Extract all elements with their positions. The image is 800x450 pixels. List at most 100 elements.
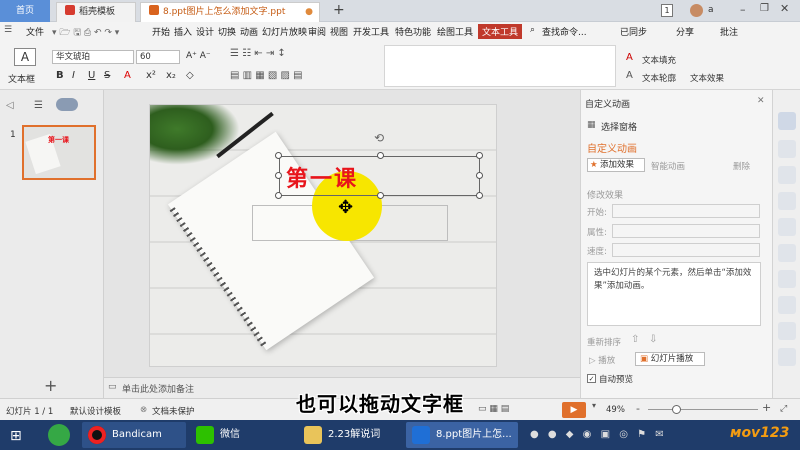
text-effect-label[interactable]: 文本效果 [690,72,724,84]
play-dropdown-icon[interactable]: ▾ [592,401,596,410]
taskbar-bandicam[interactable]: Bandicam [82,422,186,448]
textbox-label[interactable]: 文本框 [8,72,35,85]
zoom-level[interactable]: 49% [606,405,625,415]
sync-status[interactable]: 已同步 [620,25,647,38]
menu-animation[interactable]: 动画 [240,25,258,38]
taskbar-wechat[interactable]: 微信 [190,422,294,448]
minimize-icon[interactable]: – [740,3,746,16]
menu-transition[interactable]: 切换 [218,25,236,38]
speed-select[interactable] [612,243,760,257]
text-fill-label[interactable]: 文本填充 [642,54,676,66]
autopreview-checkbox[interactable]: ✓ [587,374,596,383]
move-up-icon[interactable]: ⇧ [631,334,639,345]
slides-view-icon[interactable] [56,98,78,111]
resize-handle[interactable] [476,192,483,199]
menu-slideshow[interactable]: 幻灯片放映 [262,25,307,38]
resize-handle[interactable] [377,192,384,199]
star-tool-icon[interactable] [778,166,796,184]
tab-document[interactable]: 8.ppt图片上怎么添加文字.ppt ● [140,2,320,22]
taskbar-folder[interactable]: 2.23解说词 [298,422,402,448]
page-tool-icon[interactable] [778,322,796,340]
panel-header[interactable]: 自定义动画 [585,97,630,110]
text-outline-icon[interactable]: A [626,70,633,81]
menu-devtools[interactable]: 开发工具 [353,25,389,38]
underline-icon[interactable]: U [88,70,95,81]
tab-template[interactable]: 稻壳模板 [56,2,136,22]
font-grow-shrink-icon[interactable]: A⁺ A⁻ [186,51,211,61]
animation-tool-icon[interactable] [778,112,796,130]
property-select[interactable] [612,224,760,238]
menu-text-tools[interactable]: 文本工具 [478,24,523,39]
text-outline-label[interactable]: 文本轮廓 [642,72,676,84]
resize-handle[interactable] [275,192,282,199]
selection-pane-link[interactable]: 选择窗格 [601,120,637,133]
panel-close-icon[interactable]: ✕ [757,96,765,106]
clear-format-icon[interactable]: ◇ [186,70,194,81]
menu-insert[interactable]: 插入 [174,25,192,38]
zoom-slider-handle[interactable] [672,405,681,414]
frame-tool-icon[interactable] [778,244,796,262]
text-fill-icon[interactable]: A [626,52,633,63]
resize-handle[interactable] [377,152,384,159]
notes-placeholder[interactable]: 单击此处添加备注 [122,382,194,395]
tab-home[interactable]: 首页 [0,0,50,22]
selected-title-frame[interactable]: 第一课 [279,156,480,196]
play-button[interactable]: ▷ 播放 [589,354,615,366]
menu-view[interactable]: 视图 [330,25,348,38]
taskbar-wps[interactable]: 8.ppt图片上怎... [406,422,518,448]
add-slide-button[interactable]: + [44,376,57,395]
align-icons[interactable]: ▤ ▥ ▦ ▧ ▨ ▤ [230,70,303,81]
menu-design[interactable]: 设计 [196,25,214,38]
zoom-in-button[interactable]: + [762,401,771,414]
menu-start[interactable]: 开始 [152,25,170,38]
play-slideshow-button[interactable]: ▶ [562,402,586,418]
font-size-select[interactable]: 60 [136,50,180,64]
italic-icon[interactable]: I [72,70,75,81]
zoom-out-button[interactable]: - [636,402,640,415]
strikethrough-icon[interactable]: S [104,70,110,81]
subscript-icon[interactable]: x₂ [166,70,176,81]
avatar[interactable] [690,4,703,17]
slide-title[interactable]: 第一课 [286,161,358,193]
bold-icon[interactable]: B [56,70,64,81]
rotate-handle-icon[interactable]: ⟲ [374,131,384,145]
move-down-icon[interactable]: ⇩ [649,334,657,345]
collapse-icon[interactable]: ◁ [6,100,14,111]
fill-tool-icon[interactable] [778,270,796,288]
browser-icon[interactable] [48,424,70,446]
search-command[interactable]: 查找命令... [542,25,587,38]
resize-handle[interactable] [275,172,282,179]
menu-icon[interactable]: ☰ [4,25,12,35]
slide[interactable]: 第一课 ⟲ ✥ [149,104,497,367]
delete-button[interactable]: 删除 [733,160,750,172]
font-color-icon[interactable]: A [124,70,131,81]
menu-file[interactable]: 文件 [26,25,44,38]
help-tool-icon[interactable] [778,348,796,366]
protect-status[interactable]: 文档未保护 [152,405,195,417]
effect-tool-icon[interactable] [778,296,796,314]
menu-features[interactable]: 特色功能 [395,25,431,38]
comment-button[interactable]: 批注 [720,25,738,38]
add-effect-button[interactable]: ★ 添加效果 [587,158,645,172]
slide-thumbnail[interactable]: 第一课 [22,125,96,180]
slideshow-button[interactable]: ▣ 幻灯片播放 [635,352,705,366]
font-family-select[interactable]: 华文琥珀 [52,50,134,64]
smart-animation-button[interactable]: 智能动画 [651,160,685,172]
quick-access-icons[interactable]: ▾ 🗁 🖫 ⎙ ↶ ↷ ▾ [52,25,119,41]
paragraph-icons[interactable]: ☰ ☷ ⇤ ⇥ ↕ [230,48,286,59]
settings-tool-icon[interactable] [778,192,796,210]
outline-view-icon[interactable]: ☰ [34,100,43,111]
system-tray-icons[interactable]: ● ● ◆ ◉ ▣ ◎ ⚑ ✉ [530,429,667,440]
zoom-slider-track[interactable] [648,409,758,410]
menu-drawing-tools[interactable]: 绘图工具 [437,25,473,38]
textbox-icon[interactable]: A [14,48,36,66]
resize-handle[interactable] [476,152,483,159]
share-button[interactable]: 分享 [676,25,694,38]
view-mode-icons[interactable]: ▭ ▦ ▤ [478,404,509,414]
close-icon[interactable]: ✕ [780,2,789,15]
design-template[interactable]: 默认设计模板 [70,405,121,417]
resize-handle[interactable] [275,152,282,159]
menu-review[interactable]: 审阅 [308,25,326,38]
search-icon[interactable]: ⌕ [530,25,535,35]
maximize-icon[interactable]: ❐ [760,3,769,14]
